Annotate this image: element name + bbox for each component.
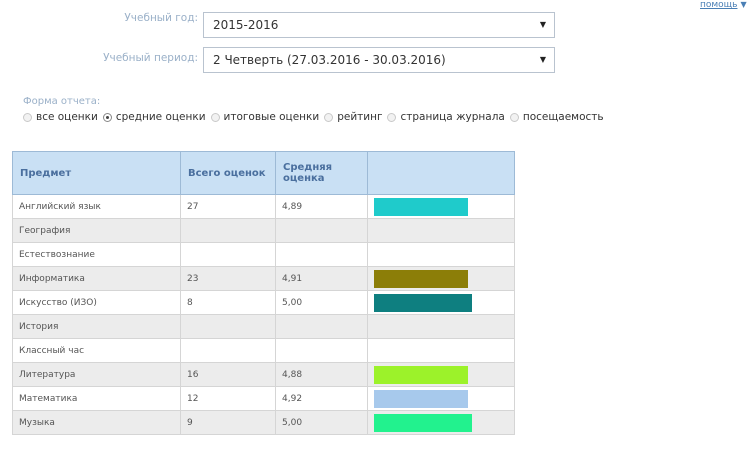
- cell-total: [180, 218, 276, 243]
- radio-icon[interactable]: [210, 112, 220, 122]
- cell-average: [275, 314, 368, 339]
- table-row: Искусство (ИЗО) 8 5,00: [12, 290, 515, 315]
- cell-total: 16: [180, 362, 276, 387]
- table-row: Классный час: [12, 338, 515, 363]
- year-select[interactable]: 2015-2016 ▼: [203, 12, 555, 38]
- report-option-0[interactable]: все оценки: [23, 111, 98, 123]
- cell-subject: Английский язык: [12, 194, 181, 219]
- cell-total: [180, 338, 276, 363]
- cell-bar: [367, 386, 515, 411]
- report-option-1[interactable]: средние оценки: [102, 111, 206, 123]
- cell-bar: [367, 218, 515, 243]
- report-option-label: посещаемость: [522, 111, 604, 123]
- cell-total: 23: [180, 266, 276, 291]
- dropdown-arrow-icon: ▼: [539, 55, 546, 64]
- cell-total: [180, 314, 276, 339]
- cell-total: [180, 242, 276, 267]
- average-bar: [374, 293, 472, 312]
- average-bar: [374, 365, 468, 384]
- radio-icon[interactable]: [102, 112, 112, 122]
- cell-bar: [367, 362, 515, 387]
- header-subject: Предмет: [12, 151, 181, 195]
- period-select-value: 2 Четверть (27.03.2016 - 30.03.2016): [213, 53, 446, 67]
- cell-bar: [367, 194, 515, 219]
- cell-bar: [367, 410, 515, 435]
- report-option-label: итоговые оценки: [223, 111, 320, 123]
- average-bar: [374, 389, 468, 408]
- cell-bar: [367, 314, 515, 339]
- grades-table: Предмет Всего оценок Средняя оценка Англ…: [12, 151, 515, 435]
- cell-subject: Математика: [12, 386, 181, 411]
- cell-total: 12: [180, 386, 276, 411]
- help-link[interactable]: помощь ▼: [700, 0, 747, 10]
- table-row: История: [12, 314, 515, 339]
- report-form-label: Форма отчета:: [23, 96, 101, 107]
- radio-icon[interactable]: [324, 112, 334, 122]
- header-total: Всего оценок: [180, 151, 276, 195]
- year-label: Учебный год:: [124, 12, 198, 24]
- cell-average: 4,91: [275, 266, 368, 291]
- cell-subject: История: [12, 314, 181, 339]
- cell-subject: Информатика: [12, 266, 181, 291]
- report-option-5[interactable]: посещаемость: [509, 111, 604, 123]
- radio-icon[interactable]: [509, 112, 519, 122]
- cell-average: 4,89: [275, 194, 368, 219]
- cell-subject: Искусство (ИЗО): [12, 290, 181, 315]
- table-header-row: Предмет Всего оценок Средняя оценка: [12, 151, 515, 195]
- table-row: Английский язык 27 4,89: [12, 194, 515, 219]
- cell-subject: Естествознание: [12, 242, 181, 267]
- cell-average: 5,00: [275, 410, 368, 435]
- header-average: Средняя оценка: [275, 151, 368, 195]
- period-select[interactable]: 2 Четверть (27.03.2016 - 30.03.2016) ▼: [203, 47, 555, 73]
- average-bar: [374, 197, 468, 216]
- cell-total: 9: [180, 410, 276, 435]
- average-bar: [374, 413, 472, 432]
- report-option-3[interactable]: рейтинг: [324, 111, 382, 123]
- radio-icon[interactable]: [23, 112, 32, 122]
- period-label: Учебный период:: [103, 52, 198, 64]
- cell-average: 5,00: [275, 290, 368, 315]
- cell-bar: [367, 266, 515, 291]
- report-option-label: страница журнала: [400, 111, 505, 123]
- report-option-2[interactable]: итоговые оценки: [210, 111, 320, 123]
- cell-bar: [367, 242, 515, 267]
- table-row: Естествознание: [12, 242, 515, 267]
- cell-average: [275, 218, 368, 243]
- cell-average: [275, 338, 368, 363]
- report-option-4[interactable]: страница журнала: [387, 111, 505, 123]
- caret-down-icon: ▼: [740, 0, 747, 9]
- header-bar: [367, 151, 515, 195]
- average-bar: [374, 269, 468, 288]
- cell-subject: География: [12, 218, 181, 243]
- cell-subject: Классный час: [12, 338, 181, 363]
- table-row: География: [12, 218, 515, 243]
- table-row: Литература 16 4,88: [12, 362, 515, 387]
- cell-average: 4,88: [275, 362, 368, 387]
- report-option-label: средние оценки: [115, 111, 206, 123]
- cell-bar: [367, 338, 515, 363]
- report-form-options: все оценки средние оценки итоговые оценки р…: [23, 111, 609, 123]
- report-option-label: рейтинг: [337, 111, 383, 123]
- cell-subject: Литература: [12, 362, 181, 387]
- cell-total: 8: [180, 290, 276, 315]
- cell-subject: Музыка: [12, 410, 181, 435]
- table-row: Информатика 23 4,91: [12, 266, 515, 291]
- cell-average: [275, 242, 368, 267]
- table-row: Музыка 9 5,00: [12, 410, 515, 435]
- cell-average: 4,92: [275, 386, 368, 411]
- table-row: Математика 12 4,92: [12, 386, 515, 411]
- cell-bar: [367, 290, 515, 315]
- cell-total: 27: [180, 194, 276, 219]
- year-select-value: 2015-2016: [213, 18, 279, 32]
- report-option-label: все оценки: [36, 111, 98, 123]
- dropdown-arrow-icon: ▼: [539, 20, 546, 29]
- radio-icon[interactable]: [387, 112, 397, 122]
